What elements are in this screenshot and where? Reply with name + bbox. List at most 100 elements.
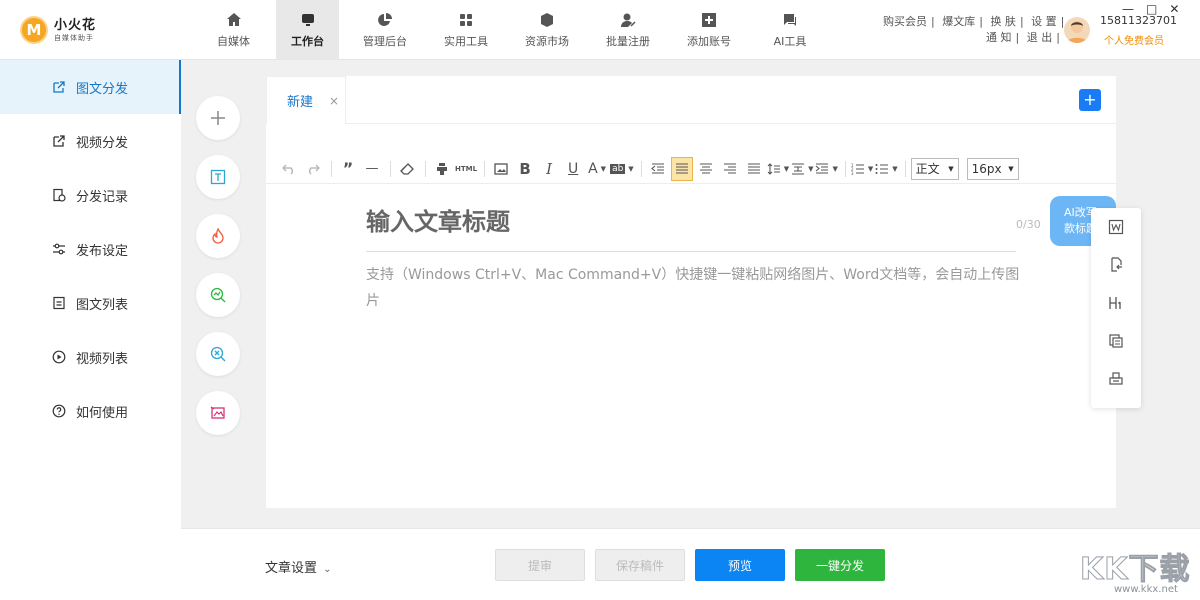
sidebar-item-records[interactable]: 分发记录: [0, 168, 181, 222]
share-video-icon: [53, 135, 65, 147]
line-height-icon[interactable]: ▼: [767, 157, 789, 181]
paragraph-select[interactable]: 正文 ▼: [910, 157, 959, 180]
check-search-button[interactable]: [196, 332, 240, 376]
nav-piliang[interactable]: 批量注册: [593, 0, 663, 60]
grid-icon: [460, 13, 472, 26]
record-icon: [53, 188, 66, 202]
buy-member-link[interactable]: 购买会员: [883, 15, 927, 28]
align-center-icon[interactable]: [695, 157, 717, 181]
separator: |: [979, 15, 983, 28]
chevron-down-icon: ⌄: [323, 564, 332, 575]
help-icon: [52, 404, 66, 418]
italic-icon[interactable]: I: [538, 157, 560, 181]
tab-close-icon[interactable]: ×: [329, 94, 339, 108]
member-level[interactable]: 个人免费会员: [1104, 32, 1164, 47]
search-x-icon: [210, 346, 226, 362]
sidebar: 图文分发 视频分发 分发记录 发布设定 图文列表 视频列表 如何使用: [0, 60, 181, 600]
article-settings-dropdown[interactable]: 文章设置 ⌄: [265, 557, 332, 576]
nav-label: 批量注册: [606, 34, 650, 48]
import-icon[interactable]: [1106, 256, 1126, 274]
sidebar-item-help[interactable]: 如何使用: [0, 384, 181, 438]
html-source-icon[interactable]: HTML: [455, 157, 477, 181]
publish-button[interactable]: 一键分发: [795, 549, 885, 581]
maximize-icon[interactable]: □: [1146, 2, 1157, 16]
separator: |: [1056, 31, 1060, 44]
notice-link[interactable]: 通 知: [986, 31, 1012, 44]
indent-icon[interactable]: ▼: [815, 157, 838, 181]
sidebar-item-article-list[interactable]: 图文列表: [0, 276, 181, 330]
quote-icon[interactable]: ”: [337, 157, 359, 181]
article-title-input[interactable]: 输入文章标题: [366, 202, 1016, 252]
tab-new[interactable]: 新建 ×: [266, 76, 346, 124]
analytics-search-button[interactable]: [196, 273, 240, 317]
tab-label: 新建: [287, 95, 314, 110]
unordered-list-icon[interactable]: ▼: [875, 157, 898, 181]
minimize-icon[interactable]: —: [1122, 2, 1134, 16]
bold-icon[interactable]: B: [514, 157, 536, 181]
nav-zimeiti[interactable]: 自媒体: [202, 0, 265, 60]
separator: |: [931, 15, 935, 28]
app-logo[interactable]: M 小火花 自媒体助手: [20, 16, 96, 44]
save-draft-button[interactable]: 保存稿件: [595, 549, 685, 581]
monitor-icon: [301, 13, 314, 26]
top-links: 购买会员 | 爆文库 | 换 肤 | 设 置 | 通 知 | 退 出 |: [883, 14, 1068, 46]
heading-icon[interactable]: [1106, 294, 1126, 312]
font-color-label: A: [588, 160, 598, 177]
add-tab-button[interactable]: +: [1079, 89, 1101, 111]
article-settings-label: 文章设置: [265, 561, 318, 576]
underline-icon[interactable]: U: [562, 157, 584, 181]
image-edit-button[interactable]: [196, 391, 240, 435]
sidebar-item-publish-settings[interactable]: 发布设定: [0, 222, 181, 276]
baowenku-link[interactable]: 爆文库: [942, 15, 975, 28]
home-icon: [226, 12, 241, 26]
sidebar-item-video-list[interactable]: 视频列表: [0, 330, 181, 384]
nav-ziyuan[interactable]: 资源市场: [512, 0, 582, 60]
sidebar-item-label: 图文列表: [76, 297, 129, 313]
toolbar-divider: [484, 160, 486, 177]
paragraph-spacing-icon[interactable]: ▼: [791, 157, 813, 181]
close-icon[interactable]: ✕: [1169, 2, 1179, 16]
list-doc-icon: [53, 296, 65, 310]
redo-icon[interactable]: [302, 157, 324, 181]
editor-footer: 文章设置 ⌄ 提审 保存稿件 预览 一键分发: [181, 528, 1200, 600]
ordered-list-icon[interactable]: 1 2 3 ▼: [851, 157, 873, 181]
nav-guanli[interactable]: 管理后台: [350, 0, 420, 60]
nav-gongzuotai[interactable]: 工作台: [276, 0, 339, 60]
skin-link[interactable]: 换 肤: [990, 15, 1016, 28]
font-size-select[interactable]: 16px ▼: [966, 157, 1019, 180]
word-icon[interactable]: [1106, 218, 1126, 236]
app-subtitle: 自媒体助手: [54, 33, 94, 42]
sidebar-item-video-distribute[interactable]: 视频分发: [0, 114, 181, 168]
text-tool-button[interactable]: [196, 155, 240, 199]
horizontal-rule-icon[interactable]: —: [361, 157, 383, 181]
undo-icon[interactable]: [278, 157, 300, 181]
outdent-icon[interactable]: [647, 157, 669, 181]
align-left-icon[interactable]: [670, 156, 693, 181]
settings-link[interactable]: 设 置: [1031, 15, 1057, 28]
highlight-icon[interactable]: ab ▼: [610, 157, 634, 181]
logout-link[interactable]: 退 出: [1027, 31, 1053, 44]
add-button[interactable]: [196, 96, 240, 140]
nav-shiyong[interactable]: 实用工具: [431, 0, 501, 60]
copy-icon[interactable]: [1106, 332, 1126, 350]
image-icon[interactable]: [490, 157, 512, 181]
stamp-icon[interactable]: [1106, 370, 1126, 388]
font-color-icon[interactable]: A ▼: [586, 157, 608, 181]
justify-icon[interactable]: [743, 157, 765, 181]
sidebar-item-label: 视频列表: [76, 351, 129, 367]
image-edit-icon: [210, 406, 225, 419]
app-name: 小火花: [54, 17, 97, 33]
format-painter-icon[interactable]: [431, 157, 453, 181]
sidebar-item-article-distribute[interactable]: 图文分发: [0, 60, 181, 114]
watermark: KK下载 www.kkx.net: [1080, 544, 1200, 600]
avatar[interactable]: [1064, 17, 1090, 43]
eraser-icon[interactable]: [396, 157, 418, 181]
align-right-icon[interactable]: [719, 157, 741, 181]
nav-ai[interactable]: AI工具: [755, 0, 825, 60]
preview-button[interactable]: 预览: [695, 549, 785, 581]
hot-topics-button[interactable]: [196, 214, 240, 258]
chat-icon: [784, 13, 796, 26]
nav-tianjia[interactable]: 添加账号: [674, 0, 744, 60]
article-body-input[interactable]: 支持（Windows Ctrl+V、Mac Command+V）快捷键一键粘贴网…: [366, 262, 1026, 314]
submit-review-button[interactable]: 提审: [495, 549, 585, 581]
